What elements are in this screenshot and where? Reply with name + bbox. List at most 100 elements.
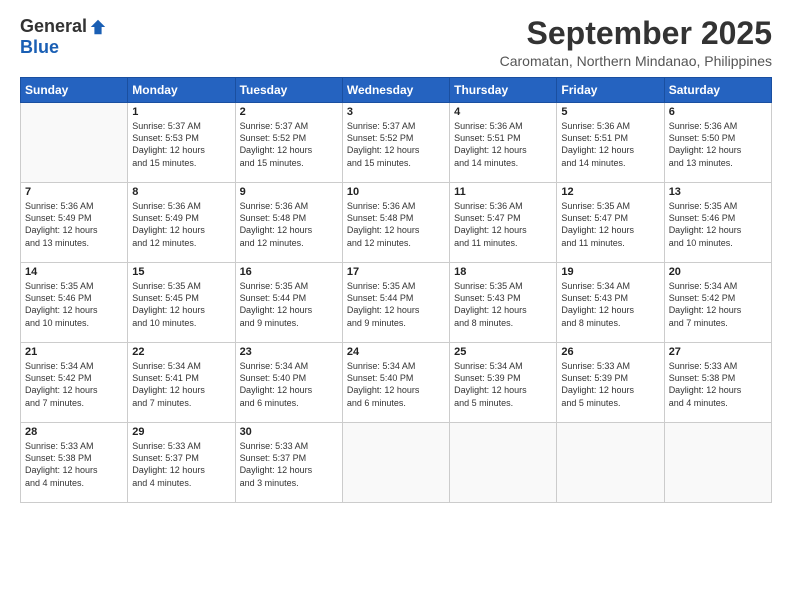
day-number: 22 — [132, 346, 230, 358]
day-number: 20 — [669, 266, 767, 278]
day-number: 7 — [25, 186, 123, 198]
cell-content: Sunrise: 5:36 AMSunset: 5:50 PMDaylight:… — [669, 120, 767, 169]
week-row-2: 7 Sunrise: 5:36 AMSunset: 5:49 PMDaylight… — [21, 183, 772, 263]
day-number: 12 — [561, 186, 659, 198]
table-cell: 19Sunrise: 5:34 AMSunset: 5:43 PMDayligh… — [557, 263, 664, 343]
col-saturday: Saturday — [664, 78, 771, 103]
table-cell: 23Sunrise: 5:34 AMSunset: 5:40 PMDayligh… — [235, 343, 342, 423]
day-number: 17 — [347, 266, 445, 278]
table-cell: 20 Sunrise: 5:34 AMSunset: 5:42 PMDayligh… — [664, 263, 771, 343]
day-number: 6 — [669, 106, 767, 118]
day-number: 19 — [561, 266, 659, 278]
cell-content: Sunrise: 5:35 AMSunset: 5:44 PMDaylight:… — [240, 280, 338, 329]
logo-blue-text: Blue — [20, 37, 59, 58]
week-row-1: 1Sunrise: 5:37 AMSunset: 5:53 PMDaylight… — [21, 103, 772, 183]
table-cell: 6 Sunrise: 5:36 AMSunset: 5:50 PMDaylight… — [664, 103, 771, 183]
table-cell — [664, 423, 771, 503]
week-row-5: 28Sunrise: 5:33 AMSunset: 5:38 PMDayligh… — [21, 423, 772, 503]
day-number: 26 — [561, 346, 659, 358]
week-row-4: 21 Sunrise: 5:34 AMSunset: 5:42 PMDayligh… — [21, 343, 772, 423]
table-cell: 8Sunrise: 5:36 AMSunset: 5:49 PMDaylight… — [128, 183, 235, 263]
cell-content: Sunrise: 5:34 AMSunset: 5:42 PMDaylight:… — [25, 360, 123, 409]
cell-content: Sunrise: 5:36 AMSunset: 5:51 PMDaylight:… — [454, 120, 552, 169]
day-number: 18 — [454, 266, 552, 278]
cell-content: Sunrise: 5:36 AMSunset: 5:49 PMDaylight:… — [25, 200, 123, 249]
cell-content: Sunrise: 5:33 AMSunset: 5:37 PMDaylight:… — [240, 440, 338, 489]
table-cell: 17 Sunrise: 5:35 AMSunset: 5:44 PMDayligh… — [342, 263, 449, 343]
col-sunday: Sunday — [21, 78, 128, 103]
cell-content: Sunrise: 5:34 AMSunset: 5:39 PMDaylight:… — [454, 360, 552, 409]
table-cell: 11Sunrise: 5:36 AMSunset: 5:47 PMDayligh… — [450, 183, 557, 263]
table-cell: 16 Sunrise: 5:35 AMSunset: 5:44 PMDayligh… — [235, 263, 342, 343]
day-number: 21 — [25, 346, 123, 358]
day-number: 4 — [454, 106, 552, 118]
day-number: 23 — [240, 346, 338, 358]
day-number: 15 — [132, 266, 230, 278]
month-title: September 2025 — [500, 16, 772, 51]
cell-content: Sunrise: 5:36 AMSunset: 5:48 PMDaylight:… — [347, 200, 445, 249]
col-thursday: Thursday — [450, 78, 557, 103]
cell-content: Sunrise: 5:35 AMSunset: 5:44 PMDaylight:… — [347, 280, 445, 329]
location: Caromatan, Northern Mindanao, Philippine… — [500, 53, 772, 69]
col-wednesday: Wednesday — [342, 78, 449, 103]
table-cell: 24 Sunrise: 5:34 AMSunset: 5:40 PMDayligh… — [342, 343, 449, 423]
day-number: 10 — [347, 186, 445, 198]
table-cell: 12 Sunrise: 5:35 AMSunset: 5:47 PMDayligh… — [557, 183, 664, 263]
table-cell: 29 Sunrise: 5:33 AMSunset: 5:37 PMDayligh… — [128, 423, 235, 503]
table-cell: 18 Sunrise: 5:35 AMSunset: 5:43 PMDayligh… — [450, 263, 557, 343]
col-monday: Monday — [128, 78, 235, 103]
day-number: 30 — [240, 426, 338, 438]
table-cell: 27 Sunrise: 5:33 AMSunset: 5:38 PMDayligh… — [664, 343, 771, 423]
cell-content: Sunrise: 5:37 AMSunset: 5:53 PMDaylight:… — [132, 120, 230, 169]
table-cell: 15 Sunrise: 5:35 AMSunset: 5:45 PMDayligh… — [128, 263, 235, 343]
table-cell — [21, 103, 128, 183]
cell-content: Sunrise: 5:35 AMSunset: 5:45 PMDaylight:… — [132, 280, 230, 329]
cell-content: Sunrise: 5:37 AMSunset: 5:52 PMDaylight:… — [240, 120, 338, 169]
table-cell: 5 Sunrise: 5:36 AMSunset: 5:51 PMDaylight… — [557, 103, 664, 183]
table-cell: 1Sunrise: 5:37 AMSunset: 5:53 PMDaylight… — [128, 103, 235, 183]
cell-content: Sunrise: 5:33 AMSunset: 5:37 PMDaylight:… — [132, 440, 230, 489]
table-cell: 13Sunrise: 5:35 AMSunset: 5:46 PMDayligh… — [664, 183, 771, 263]
title-block: September 2025 Caromatan, Northern Minda… — [500, 16, 772, 69]
day-number: 27 — [669, 346, 767, 358]
table-cell: 21 Sunrise: 5:34 AMSunset: 5:42 PMDayligh… — [21, 343, 128, 423]
table-cell: 3 Sunrise: 5:37 AMSunset: 5:52 PMDaylight… — [342, 103, 449, 183]
header-row: Sunday Monday Tuesday Wednesday Thursday… — [21, 78, 772, 103]
day-number: 28 — [25, 426, 123, 438]
header: General Blue September 2025 Caromatan, N… — [20, 16, 772, 69]
table-cell — [557, 423, 664, 503]
cell-content: Sunrise: 5:35 AMSunset: 5:46 PMDaylight:… — [25, 280, 123, 329]
cell-content: Sunrise: 5:37 AMSunset: 5:52 PMDaylight:… — [347, 120, 445, 169]
table-cell — [342, 423, 449, 503]
cell-content: Sunrise: 5:33 AMSunset: 5:39 PMDaylight:… — [561, 360, 659, 409]
day-number: 24 — [347, 346, 445, 358]
day-number: 9 — [240, 186, 338, 198]
cell-content: Sunrise: 5:35 AMSunset: 5:47 PMDaylight:… — [561, 200, 659, 249]
table-cell: 10 Sunrise: 5:36 AMSunset: 5:48 PMDayligh… — [342, 183, 449, 263]
table-cell: 30 Sunrise: 5:33 AMSunset: 5:37 PMDayligh… — [235, 423, 342, 503]
cell-content: Sunrise: 5:34 AMSunset: 5:40 PMDaylight:… — [347, 360, 445, 409]
table-cell: 14 Sunrise: 5:35 AMSunset: 5:46 PMDayligh… — [21, 263, 128, 343]
cell-content: Sunrise: 5:33 AMSunset: 5:38 PMDaylight:… — [669, 360, 767, 409]
cell-content: Sunrise: 5:36 AMSunset: 5:49 PMDaylight:… — [132, 200, 230, 249]
cell-content: Sunrise: 5:36 AMSunset: 5:48 PMDaylight:… — [240, 200, 338, 249]
calendar-table: Sunday Monday Tuesday Wednesday Thursday… — [20, 77, 772, 503]
day-number: 29 — [132, 426, 230, 438]
cell-content: Sunrise: 5:34 AMSunset: 5:42 PMDaylight:… — [669, 280, 767, 329]
table-cell: 28Sunrise: 5:33 AMSunset: 5:38 PMDayligh… — [21, 423, 128, 503]
day-number: 25 — [454, 346, 552, 358]
table-cell — [450, 423, 557, 503]
day-number: 2 — [240, 106, 338, 118]
day-number: 13 — [669, 186, 767, 198]
day-number: 14 — [25, 266, 123, 278]
cell-content: Sunrise: 5:35 AMSunset: 5:43 PMDaylight:… — [454, 280, 552, 329]
day-number: 3 — [347, 106, 445, 118]
cell-content: Sunrise: 5:36 AMSunset: 5:47 PMDaylight:… — [454, 200, 552, 249]
table-cell: 7 Sunrise: 5:36 AMSunset: 5:49 PMDaylight… — [21, 183, 128, 263]
day-number: 5 — [561, 106, 659, 118]
cell-content: Sunrise: 5:36 AMSunset: 5:51 PMDaylight:… — [561, 120, 659, 169]
table-cell: 2 Sunrise: 5:37 AMSunset: 5:52 PMDaylight… — [235, 103, 342, 183]
day-number: 16 — [240, 266, 338, 278]
logo-general-text: General — [20, 16, 87, 37]
table-cell: 25 Sunrise: 5:34 AMSunset: 5:39 PMDayligh… — [450, 343, 557, 423]
